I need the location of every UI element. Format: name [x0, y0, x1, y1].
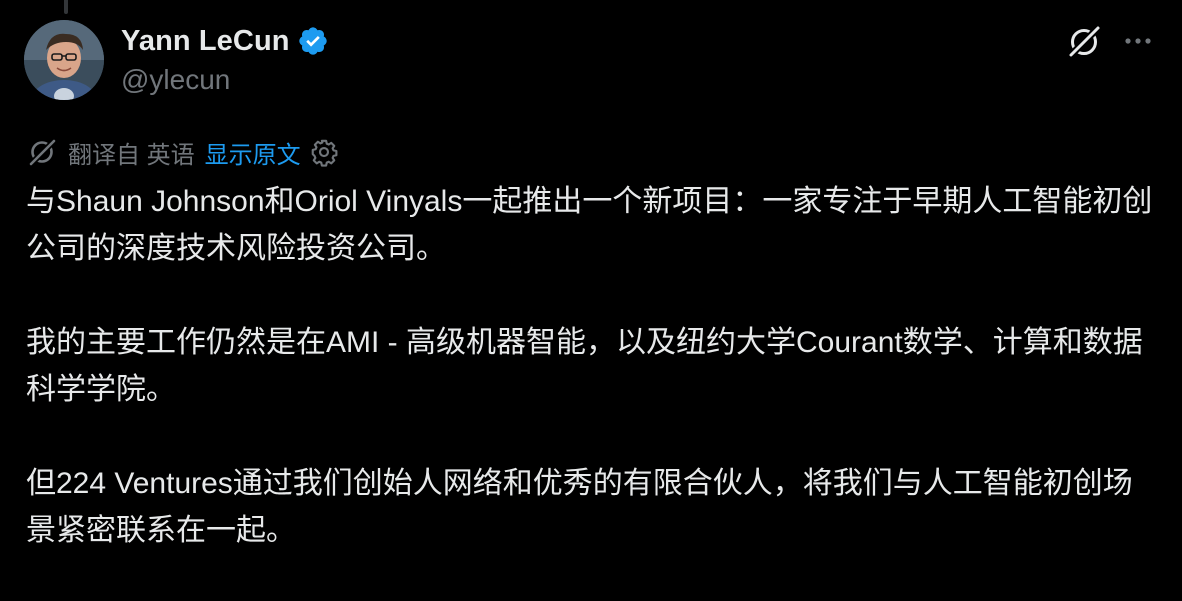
user-info: Yann LeCun @ylecun — [121, 22, 329, 96]
show-original-link[interactable]: 显示原文 — [205, 135, 301, 170]
tweet-paragraph: 但224 Ventures通过我们创始人网络和优秀的有限合伙人，将我们与人工智能… — [26, 467, 1133, 547]
tweet-paragraph: 我的主要工作仍然是在AMI - 高级机器智能，以及纽约大学Courant数学、计… — [26, 326, 1143, 406]
gear-icon[interactable] — [309, 137, 339, 167]
translate-icon — [29, 139, 56, 166]
name-row: Yann LeCun — [121, 22, 329, 60]
verified-badge-icon[interactable] — [297, 25, 329, 57]
translation-bar: 翻译自 英语 显示原文 — [26, 134, 339, 170]
avatar-photo — [24, 20, 104, 100]
grok-slash-circle-icon[interactable] — [1064, 22, 1104, 62]
tweet-paragraph: 与Shaun Johnson和Oriol Vinyals一起推出一个新项目：一家… — [26, 185, 1153, 265]
display-name[interactable]: Yann LeCun — [121, 25, 290, 58]
more-horizontal-icon[interactable] — [1123, 36, 1153, 46]
thread-connector-line — [64, 0, 68, 14]
tweet-text: 与Shaun Johnson和Oriol Vinyals一起推出一个新项目：一家… — [26, 178, 1161, 601]
user-handle[interactable]: @ylecun — [121, 64, 329, 96]
translated-from-label: 翻译自 英语 — [68, 141, 195, 169]
avatar[interactable] — [24, 20, 104, 100]
